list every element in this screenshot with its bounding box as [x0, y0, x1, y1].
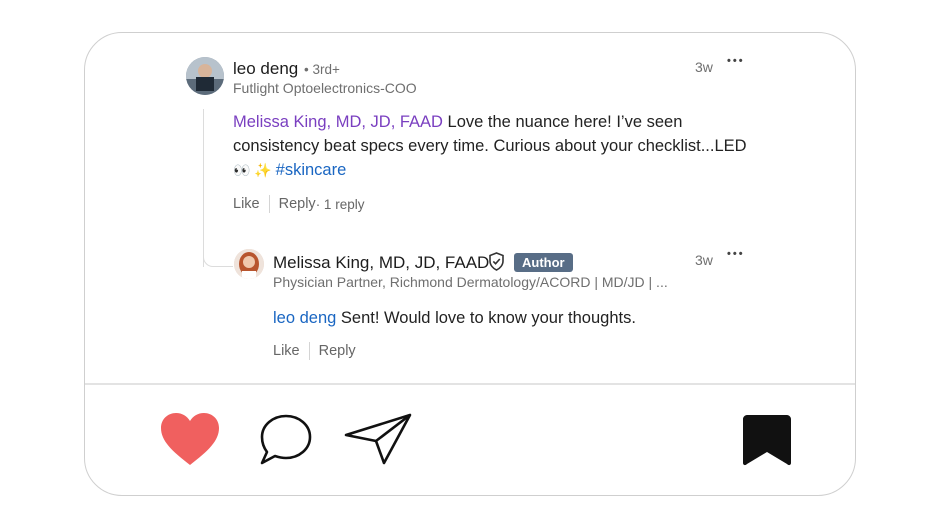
reply-text: leo deng Sent! Would love to know your t… — [273, 309, 636, 327]
avatar-melissa-king[interactable] — [234, 249, 264, 279]
section-divider — [85, 383, 855, 385]
share-icon[interactable] — [344, 413, 412, 472]
reply-mention-link[interactable]: leo deng — [273, 309, 336, 327]
reply-author-name[interactable]: Melissa King, MD, JD, FAAD — [273, 253, 489, 273]
comment-actions: Like Reply · 1 reply — [233, 195, 364, 213]
like-button[interactable]: Like — [233, 196, 260, 212]
connection-degree: • 3rd+ — [304, 62, 340, 77]
thread-connector — [203, 251, 233, 267]
reply-timestamp: 3w — [695, 252, 713, 268]
verified-shield-icon — [488, 252, 505, 276]
action-divider — [308, 342, 310, 360]
action-divider — [268, 195, 270, 213]
reply-more-options-icon[interactable]: ••• — [727, 248, 745, 260]
comment-author-headline: Futlight Optoelectronics-COO — [233, 80, 417, 96]
comment-more-options-icon[interactable]: ••• — [727, 55, 745, 67]
author-badge: Author — [514, 253, 573, 272]
avatar-leo-deng[interactable] — [186, 57, 224, 95]
reply-like-button[interactable]: Like — [273, 343, 300, 359]
comment-icon[interactable] — [259, 413, 313, 472]
mention-link[interactable]: Melissa King, MD, JD, FAAD — [233, 113, 443, 131]
heart-icon[interactable] — [160, 413, 220, 472]
thread-line — [203, 109, 204, 267]
comment-author-name[interactable]: leo deng — [233, 59, 298, 79]
emoji-text: 👀 ✨ — [233, 162, 276, 178]
post-card: leo deng • 3rd+ Futlight Optoelectronics… — [84, 32, 856, 496]
bookmark-icon[interactable] — [741, 413, 793, 472]
comment-text: Melissa King, MD, JD, FAAD Love the nuan… — [233, 113, 747, 179]
comment-timestamp: 3w — [695, 59, 713, 75]
reply-author-headline: Physician Partner, Richmond Dermatology/… — [273, 274, 668, 290]
reply-reply-button[interactable]: Reply — [319, 343, 356, 359]
reply-count-link[interactable]: · 1 reply — [316, 197, 365, 212]
reply-button[interactable]: Reply — [279, 196, 316, 212]
hashtag-link[interactable]: #skincare — [276, 161, 347, 179]
reply-actions: Like Reply — [273, 342, 356, 360]
